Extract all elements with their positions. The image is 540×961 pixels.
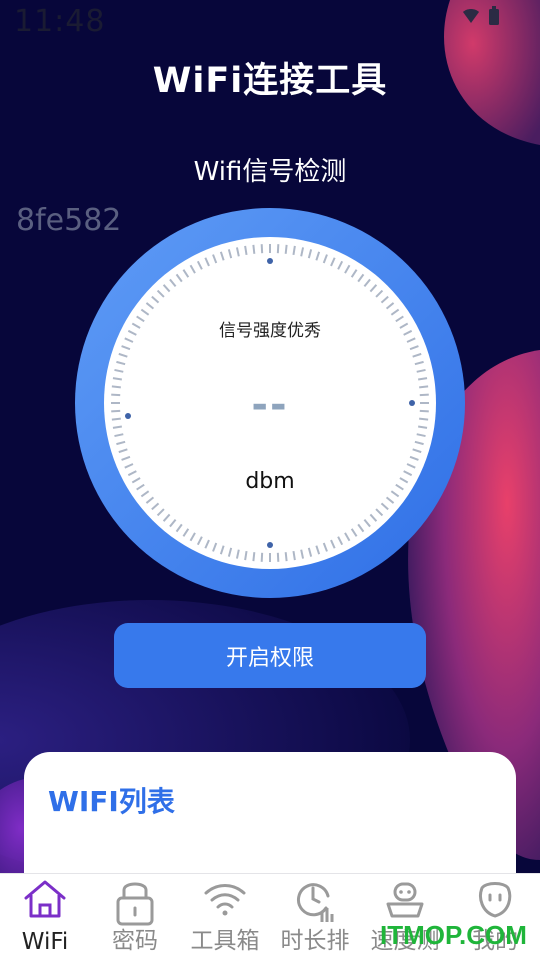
gauge-marker-top (267, 258, 273, 264)
gauge-tick (253, 552, 254, 561)
gauge-tick (418, 378, 427, 379)
gauge-tick (245, 551, 246, 560)
clock-chart-icon (292, 878, 338, 924)
wifi-list-title: WIFI列表 (48, 780, 175, 820)
status-bar: 11:48 (0, 0, 540, 40)
app-title: WiFi连接工具 (0, 52, 540, 103)
signal-icon (462, 7, 480, 25)
status-icons (462, 6, 500, 26)
signal-section-title: Wifi信号检测 (0, 151, 540, 188)
signal-unit: dbm (75, 469, 465, 494)
battery-icon (488, 6, 500, 26)
gauge-tick (293, 246, 294, 255)
tab-label: 密码 (90, 921, 180, 955)
enable-permission-button[interactable]: 开启权限 (114, 623, 426, 688)
gauge-tick (245, 246, 246, 255)
tab-label: WiFi (0, 929, 90, 955)
status-time: 11:48 (14, 4, 105, 39)
tab-wifi[interactable]: WiFi (0, 874, 90, 961)
tab-label: 工具箱 (180, 921, 270, 955)
tab-label: 时长排 (270, 921, 360, 955)
gauge-tick (253, 245, 254, 254)
speed-icon (382, 878, 428, 920)
tab-toolbox[interactable]: 工具箱 (180, 874, 270, 961)
profile-icon (472, 878, 518, 920)
wifi-icon (202, 878, 248, 920)
signal-quality-label: 信号强度优秀 (75, 316, 465, 341)
gauge-marker-bottom (267, 542, 273, 548)
signal-value: -- (75, 382, 465, 428)
gauge-tick (113, 378, 122, 379)
watermark: ITMOP.COM (380, 920, 527, 951)
gauge-tick (293, 551, 294, 560)
tab-password[interactable]: 密码 (90, 874, 180, 961)
tab-duration-ranking[interactable]: 时长排 (270, 874, 360, 961)
gauge-tick (286, 552, 287, 561)
gauge-tick (286, 245, 287, 254)
lock-icon (112, 878, 158, 926)
home-icon (22, 878, 68, 920)
